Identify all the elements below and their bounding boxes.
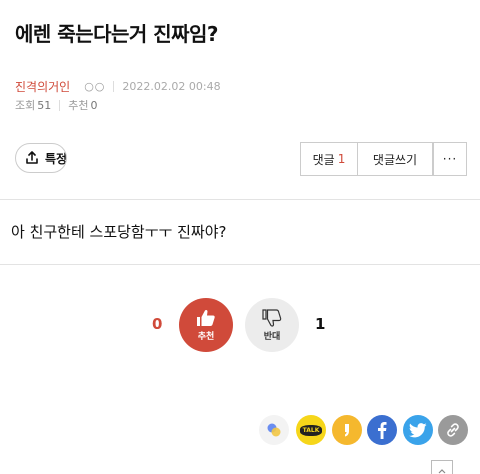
recommend-count: 0 xyxy=(90,98,98,112)
scroll-top-button[interactable] xyxy=(431,460,453,474)
write-comment-button[interactable]: 댓글쓰기 xyxy=(358,142,433,176)
views-count: 51 xyxy=(37,98,52,112)
upvote-button[interactable]: 추천 xyxy=(179,298,233,352)
author-name[interactable]: 진격의거인 xyxy=(15,78,70,95)
post-meta: 진격의거인 ○○ 2022.02.02 00:48 xyxy=(15,78,221,95)
more-button[interactable]: ··· xyxy=(433,142,467,176)
facebook-icon xyxy=(378,422,387,439)
downvote-count: 1 xyxy=(315,315,326,333)
stats-divider xyxy=(59,99,61,111)
comment-label: 댓글 xyxy=(312,152,335,167)
header-divider xyxy=(0,199,480,200)
kakaotalk-share-button[interactable]: TALK xyxy=(296,415,326,445)
twitter-share-button[interactable] xyxy=(403,415,433,445)
comment-count-button[interactable]: 댓글 1 xyxy=(300,142,358,176)
facebook-share-button[interactable] xyxy=(367,415,397,445)
share-icon xyxy=(26,151,38,164)
upvote-count: 0 xyxy=(152,315,163,333)
views-label: 조회 xyxy=(15,99,36,112)
kakaostory-icon xyxy=(345,424,349,437)
downvote-label: 반대 xyxy=(263,332,281,342)
thumbs-down-icon xyxy=(262,309,282,327)
post-content: 아 친구한테 스포당함ㅜㅜ 진짜야? xyxy=(11,223,227,241)
comment-count: 1 xyxy=(337,152,346,166)
author-dots: ○○ xyxy=(84,80,106,93)
copy-link-button[interactable] xyxy=(438,415,468,445)
kakaotalk-icon: TALK xyxy=(299,424,323,436)
kakaostory-share-button[interactable] xyxy=(332,415,362,445)
downvote-button[interactable]: 반대 xyxy=(245,298,299,352)
content-divider xyxy=(0,264,480,265)
share-label: 특정 xyxy=(45,151,67,166)
comment-toolbar: 댓글 1 댓글쓰기 ··· xyxy=(300,142,467,176)
post-stats: 조회 51 추천 0 xyxy=(15,97,98,113)
post-title: 에렌 죽는다는거 진짜임? xyxy=(15,22,219,46)
post-date: 2022.02.02 00:48 xyxy=(122,80,221,93)
blog-icon xyxy=(267,423,281,437)
link-icon xyxy=(447,423,459,437)
twitter-icon xyxy=(409,422,427,437)
meta-divider xyxy=(113,81,115,92)
thumbs-up-icon xyxy=(197,309,215,326)
share-button[interactable]: 특정 xyxy=(15,143,67,173)
blog-share-button[interactable] xyxy=(259,415,289,445)
upvote-label: 추천 xyxy=(197,332,215,342)
recommend-label: 추천 xyxy=(68,99,89,112)
chevron-up-icon xyxy=(438,469,446,474)
